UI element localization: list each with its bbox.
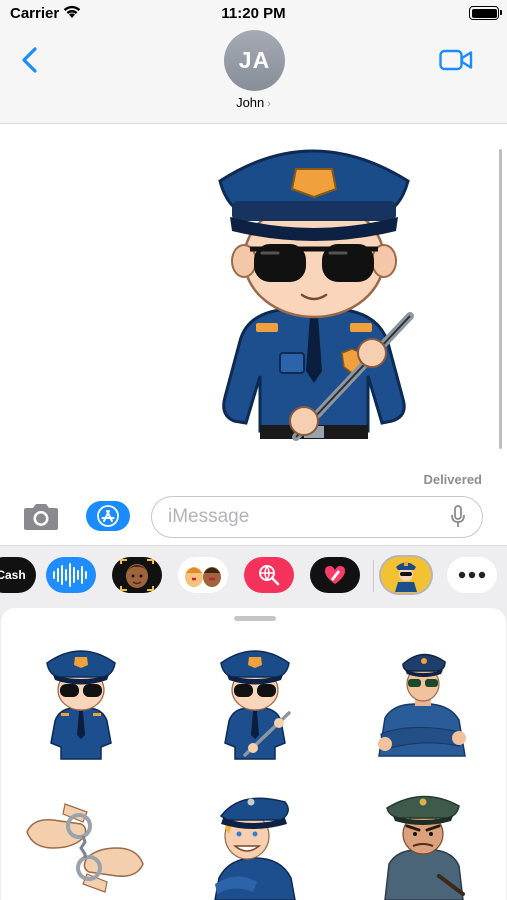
sheet-grabber-handle[interactable] [234,616,276,621]
microphone-icon[interactable] [449,505,467,529]
memoji-face-icon [120,559,154,591]
police-officer-baton-sticker[interactable] [215,643,295,763]
delivery-status: Delivered [423,472,482,487]
police-officer-arms-crossed-sticker[interactable] [371,646,471,766]
battery-tip [500,10,502,15]
camera-icon[interactable] [21,503,61,531]
police-officer-grinning-sticker[interactable] [207,788,303,900]
contact-name: John [236,95,265,110]
police-sticker-app-icon [395,562,417,592]
message-composer [0,491,507,545]
digital-touch-app-button[interactable] [310,557,360,593]
police-officer-sunglasses-sticker[interactable] [41,643,121,763]
battery-icon [469,6,502,20]
police-officer-sticker-message[interactable] [200,131,425,453]
memoji-app-button[interactable] [112,557,162,593]
audio-message-app-button[interactable] [46,557,96,593]
images-globe-search-icon [259,565,280,586]
handcuffs-sticker[interactable] [23,798,147,898]
sticker-sheet [0,605,507,900]
conversation-header: Carrier 11:20 PM JA John › [0,0,507,124]
imessage-app-drawer[interactable]: Cash [0,545,507,605]
police-sticker-app-button[interactable] [381,557,431,593]
scroll-indicator[interactable] [499,149,502,449]
facetime-video-icon[interactable] [439,48,473,72]
status-bar: Carrier 11:20 PM [0,0,507,28]
images-search-app-button[interactable] [244,557,294,593]
memoji-stickers-app-button[interactable] [178,557,228,593]
app-store-icon [97,505,119,527]
sticker-sheet-panel[interactable] [1,608,506,900]
memoji-stickers-icon [185,567,221,587]
digital-touch-heart-icon [325,566,345,584]
apple-cash-app-button[interactable]: Cash [0,557,36,593]
back-chevron-icon[interactable] [18,44,42,76]
more-apps-button[interactable] [447,557,497,593]
status-time: 11:20 PM [221,5,286,22]
app-strip-divider [373,560,374,592]
apple-cash-label: Cash [0,568,26,582]
angry-police-officer-sticker[interactable] [379,788,469,900]
contact-chevron-icon: › [267,98,271,110]
contact-name-button[interactable]: John › [0,95,507,110]
battery-level [471,8,497,18]
message-transcript[interactable]: Delivered [0,125,507,491]
contact-avatar[interactable]: JA [224,30,285,91]
app-store-button[interactable] [86,501,130,531]
audio-waveform-icon [53,563,87,587]
imessage-input[interactable] [151,496,483,538]
ellipsis-icon [458,571,486,579]
